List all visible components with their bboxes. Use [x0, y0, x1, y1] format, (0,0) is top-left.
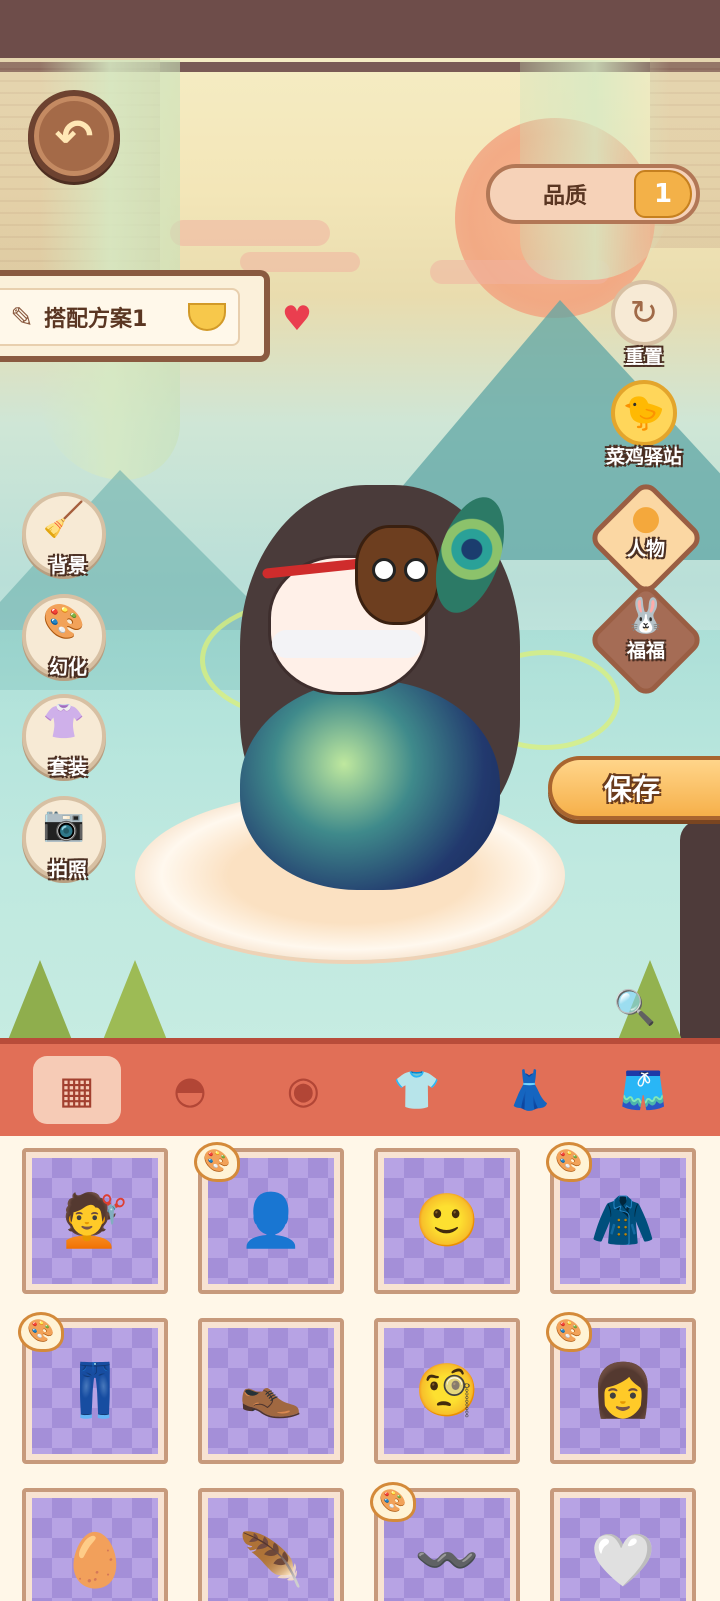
wardrobe-item[interactable]: 〰️ 🎨	[370, 1482, 520, 1601]
curly-hair-icon: 👩	[590, 1361, 656, 1421]
station-label: 菜鸡驿站	[605, 446, 682, 468]
background-button[interactable]: 🧹 背景	[22, 492, 106, 577]
outfit-plan-selector[interactable]: ✎ 搭配方案1	[0, 288, 240, 346]
chick-icon: 🐤	[611, 380, 677, 446]
item-thumbnail-frame: 🪶	[208, 1498, 334, 1601]
wardrobe-item[interactable]: 👤 🎨	[194, 1142, 344, 1294]
chevron-down-icon[interactable]	[188, 303, 226, 331]
wardrobe-item[interactable]: 🙂	[374, 1148, 520, 1294]
palette-badge-icon: 🎨	[546, 1142, 592, 1182]
transform-label: 幻化	[48, 657, 87, 679]
fur-collar-icon: 🤍	[590, 1531, 656, 1591]
wardrobe-item[interactable]: 👩 🎨	[546, 1312, 696, 1464]
dress-icon: 👗	[506, 1067, 554, 1112]
item-thumbnail-frame: 🙂	[384, 1158, 510, 1284]
broom-icon: 🧹	[42, 500, 86, 540]
tab-pants[interactable]: 🩳	[599, 1056, 687, 1124]
background-label: 背景	[48, 555, 87, 577]
bald-head-icon: 🥚	[62, 1531, 128, 1591]
back-button[interactable]: ↶	[28, 90, 120, 182]
character-mask-ornament	[355, 525, 440, 625]
hanger-icon: 👚	[42, 702, 86, 742]
black-pants-icon: 👖	[62, 1361, 128, 1421]
save-button[interactable]: 保存	[548, 756, 720, 820]
reset-button[interactable]: ↻ 重置	[598, 280, 690, 369]
feather-headpiece-icon: 🪶	[238, 1531, 304, 1591]
character-label: 人物	[626, 538, 665, 560]
wardrobe-item[interactable]: 🧥 🎨	[546, 1142, 696, 1294]
palette-badge-icon: 🎨	[546, 1312, 592, 1352]
short-hair-icon: 👤	[238, 1191, 304, 1251]
item-thumbnail-frame: 💇	[32, 1158, 158, 1284]
grid-icon: ▦	[58, 1068, 95, 1112]
item-thumbnail-frame: 👞	[208, 1328, 334, 1454]
item-thumbnail-frame: 🥚	[32, 1498, 158, 1601]
outfit-set-label: 套装	[48, 757, 87, 779]
hair-icon: ◓	[173, 1068, 207, 1112]
tab-eyes[interactable]: ◉	[259, 1056, 347, 1124]
back-arrow-icon: ↶	[54, 109, 94, 163]
heart-icon[interactable]: ♥	[278, 302, 316, 336]
palette-badge-icon: 🎨	[18, 1312, 64, 1352]
wardrobe-item[interactable]: 👞	[198, 1318, 344, 1464]
toggle-1-icon[interactable]: 1	[634, 170, 692, 218]
tab-all[interactable]: ▦	[32, 1056, 121, 1124]
shirt-icon: 👕	[392, 1067, 441, 1112]
photo-button[interactable]: 📷 拍照	[22, 796, 106, 881]
quality-label: 品质	[542, 184, 587, 209]
ponytail-hair-icon: 💇	[62, 1191, 128, 1251]
wardrobe-item[interactable]: 🤍	[550, 1488, 696, 1601]
tab-dress[interactable]: 👗	[486, 1056, 574, 1124]
rabbit-icon: 🐰	[624, 596, 668, 636]
tab-hair[interactable]: ◓	[146, 1056, 234, 1124]
shorts-icon: 🩳	[619, 1067, 667, 1112]
reset-label: 重置	[624, 346, 663, 368]
black-shoes-icon: 👞	[238, 1361, 304, 1421]
top-frame	[0, 0, 720, 58]
outfit-plan-panel: ✎ 搭配方案1	[0, 270, 270, 362]
wardrobe-item[interactable]: 👖 🎨	[18, 1312, 168, 1464]
item-thumbnail-frame: 🧐	[384, 1328, 510, 1454]
wardrobe-item[interactable]: 🧐	[374, 1318, 520, 1464]
face-icon: 🙂	[414, 1191, 480, 1251]
magnifier-icon[interactable]: 🔍	[612, 988, 658, 1034]
eye-icon: ◉	[286, 1068, 320, 1112]
wardrobe-grid: 💇 👤 🎨 🙂 🧥 🎨 👖 🎨 👞 🧐 👩 🎨 🥚 🪶 〰️ 🎨 🤍	[18, 1142, 698, 1601]
item-thumbnail-frame: 🤍	[560, 1498, 686, 1601]
outfit-set-button[interactable]: 👚 套装	[22, 694, 106, 779]
edit-document-icon[interactable]: ✎	[0, 301, 44, 334]
outfit-plan-name: 搭配方案1	[44, 307, 148, 332]
cloud	[170, 220, 330, 246]
wardrobe-grid-area: 💇 👤 🎨 🙂 🧥 🎨 👖 🎨 👞 🧐 👩 🎨 🥚 🪶 〰️ 🎨 🤍	[0, 1136, 720, 1601]
wardrobe-item[interactable]: 💇	[22, 1148, 168, 1294]
cloud	[240, 252, 360, 272]
person-icon: ●	[631, 498, 661, 538]
palette-badge-icon: 🎨	[194, 1142, 240, 1182]
wardrobe-item[interactable]: 🥚	[22, 1488, 168, 1601]
tab-top[interactable]: 👕	[373, 1056, 461, 1124]
monocle-icon: 🧐	[414, 1361, 480, 1421]
photo-label: 拍照	[48, 859, 87, 881]
character-robe[interactable]	[240, 680, 500, 890]
transform-button[interactable]: 🎨 幻化	[22, 594, 106, 679]
palette-icon: 🎨	[42, 602, 86, 642]
category-tab-bar: ▦ ◓ ◉ 👕 👗 🩳	[0, 1038, 720, 1136]
black-coat-icon: 🧥	[590, 1191, 656, 1251]
refresh-icon: ↻	[611, 280, 677, 346]
quality-toggle-button[interactable]: 品质 1	[486, 164, 700, 224]
wardrobe-item[interactable]: 🪶	[198, 1488, 344, 1601]
palette-badge-icon: 🎨	[370, 1482, 416, 1522]
camera-icon: 📷	[42, 804, 86, 844]
character-blindfold	[272, 630, 422, 658]
station-button[interactable]: 🐤 菜鸡驿站	[598, 380, 690, 469]
eyebrows-icon: 〰️	[414, 1531, 480, 1591]
fufu-label: 福福	[626, 640, 665, 662]
